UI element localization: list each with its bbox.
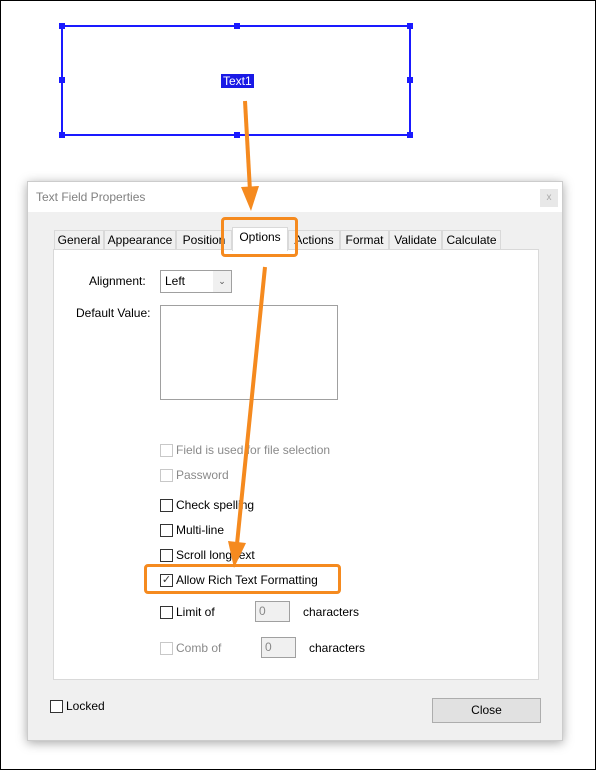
tab-options[interactable]: Options: [232, 227, 288, 251]
arrow-icon: [228, 266, 267, 568]
arrow-icon: [241, 100, 259, 211]
annotation-arrows: [228, 100, 267, 568]
